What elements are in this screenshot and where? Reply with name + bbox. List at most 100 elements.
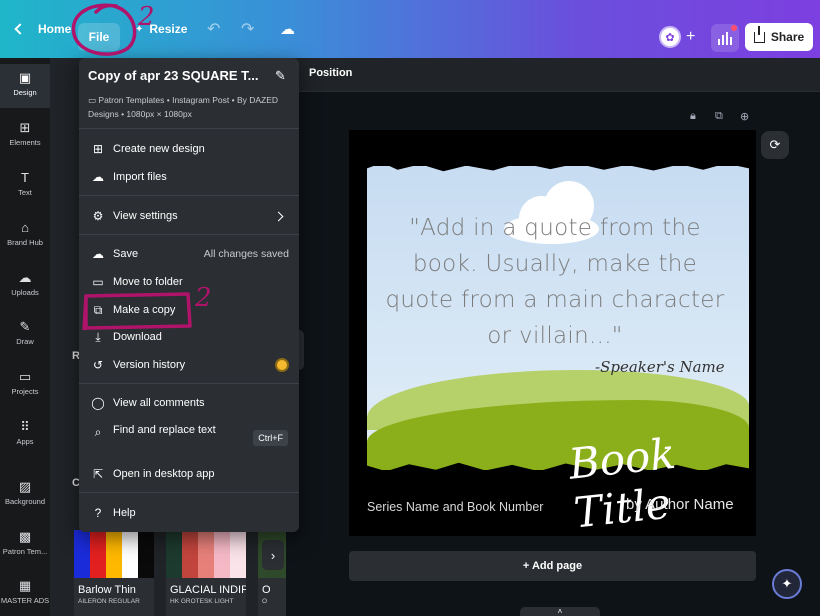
file-menu-button[interactable]: File bbox=[78, 23, 120, 51]
butterfly-icon[interactable]: ✿ bbox=[659, 26, 681, 48]
rail-draw[interactable]: ✎ Draw bbox=[0, 313, 50, 357]
make-a-copy-item[interactable]: ⧉ Make a copy bbox=[79, 297, 299, 323]
view-settings-item[interactable]: ⚙ View settings bbox=[79, 203, 299, 229]
lock-icon[interactable]: 🔒︎ bbox=[690, 110, 696, 123]
apps-icon: ⠿ bbox=[20, 419, 30, 434]
design-artboard[interactable]: "Add in a quote from the book. Usually, … bbox=[349, 130, 756, 536]
upload-cloud-icon: ☁ bbox=[92, 170, 104, 184]
cloud-check-icon: ☁ bbox=[92, 247, 104, 261]
external-link-icon: ⇱ bbox=[92, 467, 104, 481]
position-button[interactable]: Position bbox=[309, 67, 352, 79]
save-status: All changes saved bbox=[203, 248, 289, 260]
crown-icon bbox=[275, 358, 289, 372]
book-title[interactable]: Book Title bbox=[566, 421, 756, 536]
rail-text[interactable]: T Text bbox=[0, 164, 50, 208]
cloud-saved-icon[interactable]: ☁ bbox=[280, 18, 295, 40]
rail-patron-templates[interactable]: ▩ Patron Tem... bbox=[0, 523, 50, 567]
rail-projects[interactable]: ▭ Projects bbox=[0, 363, 50, 407]
palette-card[interactable]: GLACIAL INDIF HK GROTESK LIGHT bbox=[166, 530, 246, 616]
rail-design[interactable]: ▣ Design bbox=[0, 64, 50, 108]
history-icon: ↺ bbox=[92, 358, 104, 372]
resize-button[interactable]: ✦ Resize bbox=[135, 18, 187, 40]
plus-icon[interactable]: + bbox=[686, 28, 695, 46]
author-name[interactable]: by Author Name bbox=[626, 496, 734, 513]
resize-label: Resize bbox=[149, 22, 188, 36]
series-name[interactable]: Series Name and Book Number bbox=[367, 500, 543, 514]
redo-icon[interactable]: ↷ bbox=[241, 18, 254, 40]
comment-icon: ◯ bbox=[91, 396, 105, 410]
rail-brand-hub[interactable]: ⌂ Brand Hub bbox=[0, 214, 50, 258]
palette-card[interactable]: Barlow Thin AILERON REGULAR bbox=[74, 530, 154, 616]
palette-sub: HK GROTESK LIGHT bbox=[170, 598, 234, 605]
version-history-item[interactable]: ↺ Version history bbox=[79, 352, 299, 378]
duplicate-icon[interactable]: ⧉ bbox=[715, 110, 723, 123]
import-files-item[interactable]: ☁ Import files bbox=[79, 164, 299, 190]
elements-icon: ⊞ bbox=[19, 120, 31, 135]
notification-dot bbox=[731, 25, 737, 31]
chevron-left-icon bbox=[14, 23, 26, 35]
text-icon: T bbox=[21, 170, 29, 185]
rail-background[interactable]: ▨ Background bbox=[0, 473, 50, 517]
palette-name: GLACIAL INDIF bbox=[170, 584, 246, 596]
move-to-folder-item[interactable]: ▭ Move to folder bbox=[79, 269, 299, 295]
plus-square-icon: ⊞ bbox=[92, 142, 104, 156]
home-button[interactable]: Home bbox=[12, 18, 71, 40]
download-item[interactable]: ⤓ Download bbox=[79, 324, 299, 350]
palette-sub: O bbox=[262, 598, 268, 605]
editor-toolbar bbox=[286, 58, 820, 92]
projects-icon: ▭ bbox=[18, 369, 32, 384]
design-meta: ▭ Patron Templates • Instagram Post • By… bbox=[88, 95, 279, 119]
menu-divider bbox=[79, 492, 299, 493]
save-item[interactable]: ☁ Save All changes saved bbox=[79, 241, 299, 267]
magic-sparkle-icon[interactable]: ✦ bbox=[772, 569, 802, 599]
refresh-icon[interactable]: ⟳ bbox=[761, 131, 789, 159]
file-label: File bbox=[88, 30, 110, 44]
palette-name: Barlow Thin bbox=[78, 584, 136, 596]
find-and-replace-item[interactable]: ⌕ Find and replace text Ctrl+F bbox=[79, 420, 299, 456]
view-all-comments-item[interactable]: ◯ View all comments bbox=[79, 390, 299, 416]
design-title[interactable]: Copy of apr 23 SQUARE T... bbox=[88, 68, 268, 83]
help-icon: ? bbox=[94, 506, 102, 520]
palette-name: O bbox=[262, 584, 271, 596]
undo-icon[interactable]: ↶ bbox=[207, 18, 220, 40]
palette-swatches bbox=[166, 530, 246, 578]
palette-swatches bbox=[74, 530, 154, 578]
copy-icon: ⧉ bbox=[93, 302, 103, 317]
menu-divider bbox=[79, 383, 299, 384]
menu-divider bbox=[79, 128, 299, 129]
rail-elements[interactable]: ⊞ Elements bbox=[0, 114, 50, 158]
share-icon bbox=[753, 25, 765, 43]
brand-hub-icon: ⌂ bbox=[21, 220, 29, 235]
insights-button[interactable] bbox=[711, 24, 739, 52]
menu-divider bbox=[79, 234, 299, 235]
file-menu: Copy of apr 23 SQUARE T... ✎ ▭ Patron Te… bbox=[79, 58, 299, 532]
gear-icon: ⚙ bbox=[92, 209, 104, 223]
pencil-icon[interactable]: ✎ bbox=[275, 68, 286, 84]
folder-icon: ▭ bbox=[92, 275, 104, 289]
uploads-icon: ☁ bbox=[18, 270, 32, 285]
rail-apps[interactable]: ⠿ Apps bbox=[0, 413, 50, 457]
palette-sub: AILERON REGULAR bbox=[78, 598, 140, 605]
top-bar bbox=[0, 0, 820, 58]
add-page-button[interactable]: + Add page bbox=[349, 551, 756, 581]
home-label: Home bbox=[38, 22, 72, 36]
rail-master-ads[interactable]: ▦ MASTER ADS bbox=[0, 572, 50, 616]
shortcut-badge: Ctrl+F bbox=[253, 430, 288, 446]
download-icon: ⤓ bbox=[95, 329, 101, 344]
speaker-name[interactable]: -Speaker's Name bbox=[595, 358, 725, 376]
help-item[interactable]: ? Help bbox=[79, 500, 299, 526]
add-page-icon[interactable]: ⊕ bbox=[740, 110, 749, 123]
patron-templates-icon: ▩ bbox=[18, 529, 32, 544]
draw-icon: ✎ bbox=[19, 319, 31, 334]
open-in-desktop-item[interactable]: ⇱ Open in desktop app bbox=[79, 461, 299, 487]
share-button[interactable]: Share bbox=[745, 23, 813, 51]
rail-uploads[interactable]: ☁ Uploads bbox=[0, 264, 50, 308]
quote-text[interactable]: "Add in a quote from the book. Usually, … bbox=[385, 210, 725, 354]
chevron-right-icon: › bbox=[270, 547, 276, 563]
chevron-up-icon[interactable]: ˄ bbox=[520, 607, 600, 616]
menu-divider bbox=[79, 195, 299, 196]
palette-next-button[interactable]: › bbox=[262, 540, 284, 570]
share-label: Share bbox=[770, 30, 805, 44]
create-new-design-item[interactable]: ⊞ Create new design bbox=[79, 136, 299, 162]
folder-icon: ▭ bbox=[88, 95, 99, 105]
